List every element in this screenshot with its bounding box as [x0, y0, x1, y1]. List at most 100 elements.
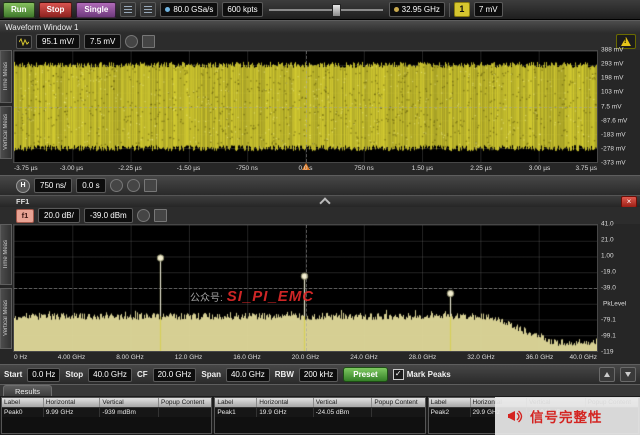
axis-tick-label: -2.25 µs [118, 165, 142, 172]
checkbox-icon: ✓ [393, 369, 404, 380]
acquisition-icon [165, 7, 170, 12]
run-button[interactable]: Run [3, 2, 35, 18]
axis-tick-label: 36.0 GHz [526, 354, 553, 361]
peak-frequency: 19.9 GHz [257, 408, 314, 417]
peak-label: Peak0 [2, 408, 44, 417]
column-header: Label [429, 398, 471, 407]
axis-tick-label: 293 mV [601, 61, 623, 68]
tab-vertical-meas[interactable]: Vertical Meas [0, 288, 12, 349]
scope-controls: 95.1 mV/ 7.5 mV ! [0, 33, 640, 50]
tab-time-meas[interactable]: Time Meas [0, 50, 12, 103]
display-mode-icon[interactable] [142, 35, 155, 48]
mark-peaks-label: Mark Peaks [407, 370, 451, 379]
peak-label: Peak1 [215, 408, 257, 417]
table-row[interactable]: Peak0 9.99 GHz -939 mdBm [2, 407, 211, 417]
timebase-field[interactable]: 750 ns/ [34, 178, 72, 193]
waveform-window-title: Waveform Window 1 [0, 20, 640, 33]
spacer [29, 196, 621, 207]
horizontal-icon: H [16, 179, 30, 193]
axis-tick-label: 2.25 µs [470, 165, 491, 172]
search-icon[interactable] [127, 179, 140, 192]
fft-header: FF1 × [0, 195, 640, 207]
axis-tick-label: -87.6 mV [601, 117, 627, 124]
tab-vertical-meas[interactable]: Vertical Meas [0, 106, 12, 159]
display-mode-icon[interactable] [154, 209, 167, 222]
settings-icon[interactable] [120, 2, 136, 17]
fft-plot[interactable] [13, 224, 598, 352]
stop-field[interactable]: 40.0 GHz [88, 368, 132, 382]
fft-vscale-field[interactable]: 20.0 dB/ [38, 208, 80, 223]
pk-level-marker[interactable]: PkLevel [601, 301, 628, 308]
start-field[interactable]: 0.0 Hz [27, 368, 60, 382]
zoom-icon[interactable] [110, 179, 123, 192]
single-button[interactable]: Single [76, 2, 116, 18]
channel-1-button[interactable]: 1 [454, 2, 470, 17]
scope-vscale-field[interactable]: 95.1 mV/ [36, 34, 80, 49]
table-row[interactable]: Peak1 19.9 GHz -24.05 dBm [215, 407, 424, 417]
axis-tick-label: 28.0 GHz [409, 354, 436, 361]
axis-tick-label: 12.0 GHz [175, 354, 202, 361]
scope-side-tabs: Time Meas Vertical Meas [0, 50, 13, 163]
cf-label: CF [137, 370, 148, 379]
peak-level: -24.05 dBm [314, 408, 373, 417]
rbw-field[interactable]: 200 kHz [299, 368, 338, 382]
scroll-up-button[interactable] [599, 367, 615, 382]
column-header: Label [215, 398, 257, 407]
fft-function-badge[interactable]: f1 [16, 209, 34, 223]
axis-tick-label: 1.50 µs [412, 165, 433, 172]
column-header: Vertical [100, 398, 159, 407]
span-field[interactable]: 40.0 GHz [226, 368, 270, 382]
axis-tick-label: -1.50 µs [177, 165, 201, 172]
scope-plot[interactable] [13, 50, 598, 163]
bandwidth-icon [394, 7, 399, 12]
axis-tick-label: 16.0 GHz [233, 354, 260, 361]
marker-icon[interactable] [125, 35, 138, 48]
close-icon[interactable]: × [621, 196, 637, 208]
mark-peaks-checkbox[interactable]: ✓ Mark Peaks [393, 369, 451, 380]
axis-tick-label: 3.00 µs [529, 165, 550, 172]
column-header: Popup Content [159, 398, 211, 407]
cf-field[interactable]: 20.0 GHz [153, 368, 197, 382]
axis-tick-label: 0 Hz [14, 354, 27, 361]
axis-tick-label: -99.1 [601, 333, 616, 340]
scope-voffset-field[interactable]: 7.5 mV [84, 34, 121, 49]
bandwidth-value: 32.95 GHz [402, 5, 440, 14]
stop-button[interactable]: Stop [39, 2, 73, 18]
scope-time-axis: -3.75 µs -3.00 µs -2.25 µs -1.50 µs -750… [13, 163, 598, 175]
channel-scale-field[interactable]: 7 mV [474, 2, 503, 17]
axis-tick-label: 388 mV [601, 47, 623, 54]
segmented-memory-icon[interactable] [144, 179, 157, 192]
scroll-down-button[interactable] [620, 367, 636, 382]
marker-icon[interactable] [137, 209, 150, 222]
axis-tick-label: -3.00 µs [60, 165, 84, 172]
axis-tick-label: 0.0 s [298, 165, 312, 172]
tab-time-meas[interactable]: Time Meas [0, 224, 12, 285]
sample-rate-value: 80.0 GSa/s [173, 5, 213, 14]
slider-handle[interactable] [332, 4, 341, 17]
scope-voltage-axis: 388 mV 293 mV 198 mV 103 mV 7.5 mV -87.6… [598, 50, 640, 163]
fft-reflevel-field[interactable]: -39.0 dBm [84, 208, 133, 223]
slider-track [269, 9, 383, 11]
axis-tick-label: 7.5 mV [601, 103, 622, 110]
fft-level-axis: 41.0 21.0 1.00 -19.0 -39.0 -59.1 -79.1 -… [598, 224, 640, 352]
watermark-brand: 信号完整性 [495, 397, 640, 435]
results-table: Label Horizontal Vertical Popup Content … [1, 397, 212, 434]
h-position-field[interactable]: 0.0 s [76, 178, 105, 193]
axis-tick-label: -183 mV [601, 131, 626, 138]
timebase-slider[interactable] [267, 3, 385, 16]
preset-button[interactable]: Preset [343, 367, 387, 382]
scope-region: Time Meas Vertical Meas 388 mV 293 mV 19… [0, 50, 640, 175]
memory-depth-field[interactable]: 600 kpts [222, 2, 262, 17]
megaphone-icon [507, 408, 524, 425]
axis-tick-label: 103 mV [601, 89, 623, 96]
peak-popup [159, 408, 211, 417]
start-label: Start [4, 370, 22, 379]
rbw-label: RBW [275, 370, 294, 379]
up-arrow-icon [604, 372, 610, 377]
sample-rate-field[interactable]: 80.0 GSa/s [160, 2, 218, 17]
fft-controls: f1 20.0 dB/ -39.0 dBm [0, 207, 640, 224]
display-icon[interactable] [140, 2, 156, 17]
bandwidth-field[interactable]: 32.95 GHz [389, 2, 445, 17]
column-header: Vertical [314, 398, 373, 407]
axis-tick-label: 24.0 GHz [350, 354, 377, 361]
